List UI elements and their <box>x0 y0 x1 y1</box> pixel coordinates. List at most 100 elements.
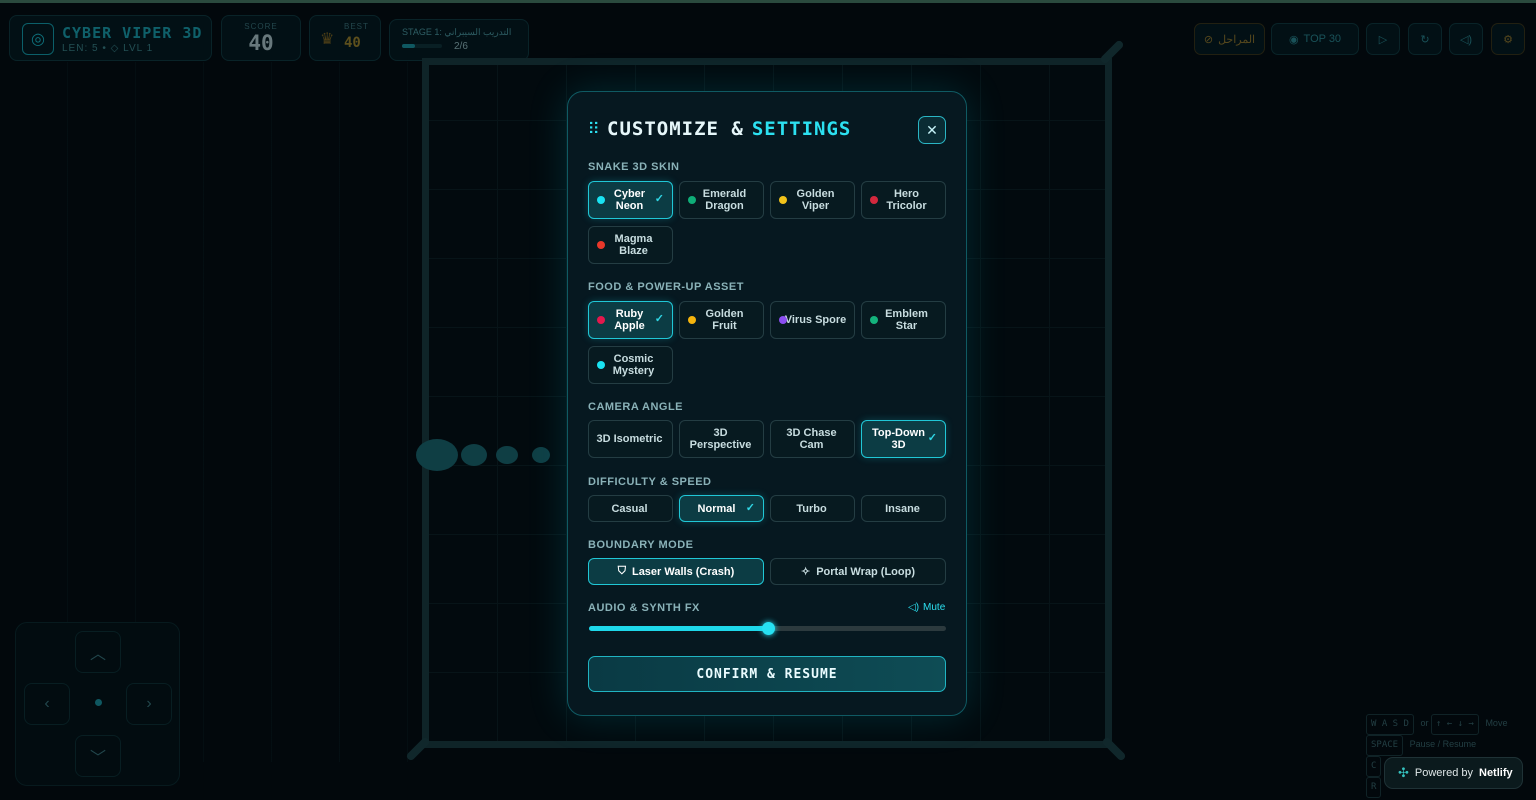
confirm-resume-button[interactable]: CONFIRM & RESUME <box>588 656 946 692</box>
chevron-up-icon: ︿ <box>89 646 106 663</box>
skin-option[interactable]: Emerald Dragon <box>679 181 764 219</box>
food-color-swatch <box>779 316 787 324</box>
leaderboard-label: TOP 30 <box>1303 33 1342 45</box>
shield-icon: ⛉ <box>617 565 626 577</box>
game-title: CYBER VIPER 3D <box>62 24 203 42</box>
dpad-right-button[interactable]: › <box>126 683 172 725</box>
mute-toggle[interactable]: ◁) Mute <box>908 602 945 613</box>
boundary-walls-option[interactable]: ⛉ Laser Walls (Crash) <box>588 558 764 585</box>
restart-icon: ↻ <box>1420 33 1430 46</box>
chevron-right-icon: › <box>146 695 152 712</box>
sound-button[interactable]: ◁) <box>1449 23 1483 55</box>
skin-option[interactable]: Golden Viper <box>770 181 855 219</box>
skin-color-swatch <box>688 196 696 204</box>
settings-button[interactable]: ⚙ <box>1491 23 1525 55</box>
stage-label: STAGE 1: التدريب السيبراني <box>402 27 512 37</box>
hint-pause-label: Pause / Resume <box>1409 739 1477 749</box>
food-option[interactable]: Ruby Apple ✓ <box>588 301 673 339</box>
close-icon: ✕ <box>926 121 938 138</box>
speaker-icon: ◁) <box>908 602 920 613</box>
sparkle-icon: ✧ <box>800 566 811 578</box>
boundary-section-title: BOUNDARY MODE <box>588 539 694 551</box>
food-section-title: FOOD & POWER-UP ASSET <box>588 281 744 293</box>
separator-dot: • <box>102 43 107 54</box>
difficulty-label: Casual <box>611 502 648 515</box>
boundary-portal-option[interactable]: ✧ Portal Wrap (Loop) <box>770 558 946 585</box>
skin-option[interactable]: Magma Blaze <box>588 226 673 264</box>
levels-icon: ⊘ <box>1203 33 1214 46</box>
camera-option[interactable]: 3D Perspective <box>679 420 764 458</box>
skin-option[interactable]: Hero Tricolor <box>861 181 946 219</box>
food-option[interactable]: Virus Spore <box>770 301 855 339</box>
score-label: SCORE <box>244 22 278 31</box>
camera-label: 3D Chase Cam <box>786 427 837 451</box>
hint-move-row: W A S D or ↑ ← ↓ → Move <box>1366 714 1507 735</box>
camera-option[interactable]: Top-Down 3D ✓ <box>861 420 946 458</box>
food-color-swatch <box>870 316 878 324</box>
food-option[interactable]: Cosmic Mystery <box>588 346 673 384</box>
confirm-label: CONFIRM & RESUME <box>696 666 838 682</box>
r-key: R <box>1366 777 1382 798</box>
best-panel: ♛ BEST 40 <box>309 15 381 61</box>
score-value: 40 <box>248 31 274 55</box>
hint-move-label: Move <box>1485 718 1508 728</box>
speaker-icon: ◁) <box>1459 33 1473 46</box>
best-value: 40 <box>344 35 361 51</box>
skin-color-swatch <box>597 196 605 204</box>
food-option[interactable]: Emblem Star <box>861 301 946 339</box>
modal-title: ⫶⫶ CUSTOMIZE & SETTINGS <box>589 118 851 140</box>
food-color-swatch <box>597 361 605 369</box>
trophy-icon: ♛ <box>320 31 335 48</box>
hint-pause-row: SPACE Pause / Resume <box>1366 735 1507 756</box>
length-value: 5 <box>92 43 99 54</box>
check-icon: ✓ <box>654 193 664 205</box>
dpad-left-button[interactable]: ‹ <box>24 683 70 725</box>
skin-section-title: SNAKE 3D SKIN <box>588 161 680 173</box>
difficulty-option[interactable]: Turbo <box>770 495 855 522</box>
level-value: LVL 1 <box>123 43 154 54</box>
volume-slider[interactable] <box>589 622 946 635</box>
arrow-keys: ↑ ← ↓ → <box>1430 714 1479 735</box>
skin-option[interactable]: Cyber Neon ✓ <box>588 181 673 219</box>
camera-label: 3D Perspective <box>689 427 752 451</box>
level-icon: ◇ <box>110 43 120 54</box>
play-button[interactable]: ▷ <box>1366 23 1400 55</box>
eye-icon: ◉ <box>1288 33 1299 46</box>
difficulty-option[interactable]: Normal ✓ <box>679 495 764 522</box>
netlify-prefix: Powered by <box>1414 767 1473 779</box>
gear-icon: ⚙ <box>1503 33 1513 46</box>
board-corner <box>1099 39 1125 65</box>
volume-slider-fill <box>589 626 768 631</box>
stage-progress-text: 2/6 <box>454 41 468 52</box>
skin-color-swatch <box>779 196 787 204</box>
difficulty-option[interactable]: Casual <box>588 495 673 522</box>
food-option[interactable]: Golden Fruit <box>679 301 764 339</box>
netlify-badge[interactable]: ✣ Powered by Netlify <box>1384 757 1523 789</box>
netlify-icon: ✣ <box>1398 765 1409 780</box>
sliders-icon: ⫶⫶ <box>589 119 600 138</box>
audio-section-title: AUDIO & SYNTH FX <box>588 602 700 614</box>
levels-button[interactable]: ⊘ المراحل <box>1194 23 1265 55</box>
close-button[interactable]: ✕ <box>918 116 946 144</box>
restart-button[interactable]: ↻ <box>1408 23 1442 55</box>
difficulty-section-title: DIFFICULTY & SPEED <box>588 476 712 488</box>
dpad-up-button[interactable]: ︿ <box>75 631 121 673</box>
check-icon: ✓ <box>927 432 937 444</box>
chevron-left-icon: ‹ <box>44 695 50 712</box>
dpad-down-button[interactable]: ﹀ <box>75 735 121 777</box>
snake-logo-icon: ◎ <box>22 23 54 55</box>
difficulty-option[interactable]: Insane <box>861 495 946 522</box>
food-color-swatch <box>597 316 605 324</box>
score-panel: SCORE 40 <box>221 15 301 61</box>
volume-slider-handle[interactable] <box>761 622 775 635</box>
leaderboard-button[interactable]: ◉ TOP 30 <box>1271 23 1359 55</box>
stage-progress-fill <box>402 44 416 48</box>
play-icon: ▷ <box>1378 33 1388 46</box>
camera-option[interactable]: 3D Chase Cam <box>770 420 855 458</box>
boundary-walls-label: Laser Walls (Crash) <box>631 565 735 578</box>
camera-option[interactable]: 3D Isometric <box>588 420 673 458</box>
camera-label: 3D Isometric <box>596 433 663 445</box>
check-icon: ✓ <box>654 313 664 325</box>
skin-color-swatch <box>870 196 878 204</box>
logo-panel: ◎ CYBER VIPER 3D LEN: 5 • ◇ LVL 1 <box>9 15 212 61</box>
